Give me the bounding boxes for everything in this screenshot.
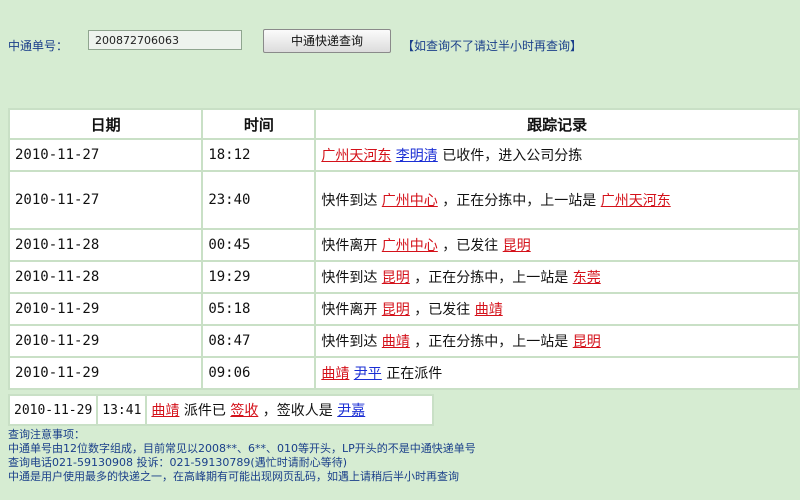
table-row: 2010-11-29 05:18 快件离开 昆明 ，已发往 曲靖 bbox=[10, 294, 798, 324]
record-text: 快件离开 bbox=[321, 302, 382, 318]
date-cell: 2010-11-29 bbox=[10, 326, 202, 356]
notes-line: 中通单号由12位数字组成，目前常见以2008**、6**、010等开头，LP开头… bbox=[8, 442, 476, 455]
record-cell: 快件到达 曲靖 ，正在分拣中，上一站是 昆明 bbox=[316, 326, 798, 356]
station-link[interactable]: 广州中心 bbox=[382, 238, 438, 254]
last-record-table: 2010-11-29 13:41 曲靖 派件已 签收 ，签收人是 尹嘉 bbox=[8, 394, 435, 426]
header-date: 日期 bbox=[10, 110, 202, 138]
station-link[interactable]: 曲靖 bbox=[382, 334, 410, 350]
station-link[interactable]: 曲靖 bbox=[151, 403, 179, 419]
station-link[interactable]: 昆明 bbox=[573, 334, 601, 350]
header-tracking-record: 跟踪记录 bbox=[316, 110, 798, 138]
record-text: ，签收人是 bbox=[258, 403, 338, 419]
record-cell: 快件到达 昆明 ，正在分拣中，上一站是 东莞 bbox=[316, 262, 798, 292]
table-row: 2010-11-27 23:40 快件到达 广州中心 ，正在分拣中，上一站是 广州天… bbox=[10, 172, 798, 228]
station-link[interactable]: 曲靖 bbox=[475, 302, 503, 318]
record-text: ，正在分拣中，上一站是 bbox=[409, 270, 573, 286]
tracking-number-input[interactable]: 200872706063 bbox=[88, 30, 242, 50]
query-tip: 【如查询不了请过半小时再查询】 bbox=[402, 39, 583, 53]
record-text: 派件已 bbox=[179, 403, 231, 419]
record-text: 快件到达 bbox=[321, 193, 382, 209]
time-cell: 18:12 bbox=[203, 140, 315, 170]
notes-line: 中通是用户使用最多的快递之一，在高峰期有可能出现网页乱码，如遇上请稍后半小时再查… bbox=[8, 470, 459, 483]
record-text: 正在派件 bbox=[381, 366, 443, 382]
date-cell: 2010-11-29 bbox=[10, 294, 202, 324]
record-text: ，正在分拣中，上一站是 bbox=[437, 193, 601, 209]
table-row: 2010-11-27 18:12 广州天河东 李明清 已收件，进入公司分拣 bbox=[10, 140, 798, 170]
station-link[interactable]: 广州天河东 bbox=[321, 148, 391, 164]
station-link[interactable]: 签收 bbox=[230, 403, 258, 419]
station-link[interactable]: 广州天河东 bbox=[601, 193, 671, 209]
header-time: 时间 bbox=[203, 110, 315, 138]
table-row: 2010-11-29 08:47 快件到达 曲靖 ，正在分拣中，上一站是 昆明 bbox=[10, 326, 798, 356]
table-row: 2010-11-28 19:29 快件到达 昆明 ，正在分拣中，上一站是 东莞 bbox=[10, 262, 798, 292]
record-text: 快件到达 bbox=[321, 270, 382, 286]
courier-link[interactable]: 尹嘉 bbox=[337, 403, 365, 419]
table-header-row: 日期 时间 跟踪记录 bbox=[10, 110, 798, 138]
last-record-row: 2010-11-29 13:41 曲靖 派件已 签收 ，签收人是 尹嘉 bbox=[10, 396, 433, 424]
record-cell: 快件离开 昆明 ，已发往 曲靖 bbox=[316, 294, 798, 324]
query-notes: 查询注意事项： 中通单号由12位数字组成，目前常见以2008**、6**、010… bbox=[8, 428, 798, 484]
time-cell: 09:06 bbox=[203, 358, 315, 388]
record-text: ，已发往 bbox=[409, 302, 475, 318]
station-link[interactable]: 昆明 bbox=[382, 270, 410, 286]
last-record-cell: 曲靖 派件已 签收 ，签收人是 尹嘉 bbox=[147, 396, 433, 424]
courier-link[interactable]: 李明清 bbox=[396, 148, 438, 164]
record-text: ，已发往 bbox=[437, 238, 503, 254]
time-cell: 08:47 bbox=[203, 326, 315, 356]
time-cell: 23:40 bbox=[203, 172, 315, 228]
station-link[interactable]: 昆明 bbox=[503, 238, 531, 254]
last-time-cell: 13:41 bbox=[98, 396, 146, 424]
time-cell: 05:18 bbox=[203, 294, 315, 324]
query-bar: 中通单号： 200872706063 中通快递查询 【如查询不了请过半小时再查询… bbox=[0, 0, 800, 108]
tracking-number-label: 中通单号： bbox=[8, 39, 69, 53]
date-cell: 2010-11-29 bbox=[10, 358, 202, 388]
record-cell: 快件到达 广州中心 ，正在分拣中，上一站是 广州天河东 bbox=[316, 172, 798, 228]
courier-link[interactable]: 尹平 bbox=[354, 366, 382, 382]
record-cell: 快件离开 广州中心 ，已发往 昆明 bbox=[316, 230, 798, 260]
table-row: 2010-11-28 00:45 快件离开 广州中心 ，已发往 昆明 bbox=[10, 230, 798, 260]
station-link[interactable]: 东莞 bbox=[573, 270, 601, 286]
station-link[interactable]: 昆明 bbox=[382, 302, 410, 318]
station-link[interactable]: 广州中心 bbox=[382, 193, 438, 209]
record-text: 快件到达 bbox=[321, 334, 382, 350]
notes-title: 查询注意事项： bbox=[8, 428, 85, 441]
notes-line: 查询电话021-59130908 投诉：021-59130789(遇忙时请耐心等… bbox=[8, 456, 347, 469]
record-text: ，正在分拣中，上一站是 bbox=[409, 334, 573, 350]
date-cell: 2010-11-28 bbox=[10, 230, 202, 260]
table-row: 2010-11-29 09:06 曲靖 尹平 正在派件 bbox=[10, 358, 798, 388]
date-cell: 2010-11-28 bbox=[10, 262, 202, 292]
record-text: 已收件，进入公司分拣 bbox=[437, 148, 583, 164]
record-cell: 曲靖 尹平 正在派件 bbox=[316, 358, 798, 388]
time-cell: 00:45 bbox=[203, 230, 315, 260]
time-cell: 19:29 bbox=[203, 262, 315, 292]
date-cell: 2010-11-27 bbox=[10, 140, 202, 170]
record-cell: 广州天河东 李明清 已收件，进入公司分拣 bbox=[316, 140, 798, 170]
station-link[interactable]: 曲靖 bbox=[321, 366, 349, 382]
record-text: 快件离开 bbox=[321, 238, 382, 254]
date-cell: 2010-11-27 bbox=[10, 172, 202, 228]
tracking-table: 日期 时间 跟踪记录 2010-11-27 18:12 广州天河东 李明清 已收件，… bbox=[8, 108, 800, 390]
last-date-cell: 2010-11-29 bbox=[10, 396, 97, 424]
zto-query-button[interactable]: 中通快递查询 bbox=[263, 29, 391, 53]
